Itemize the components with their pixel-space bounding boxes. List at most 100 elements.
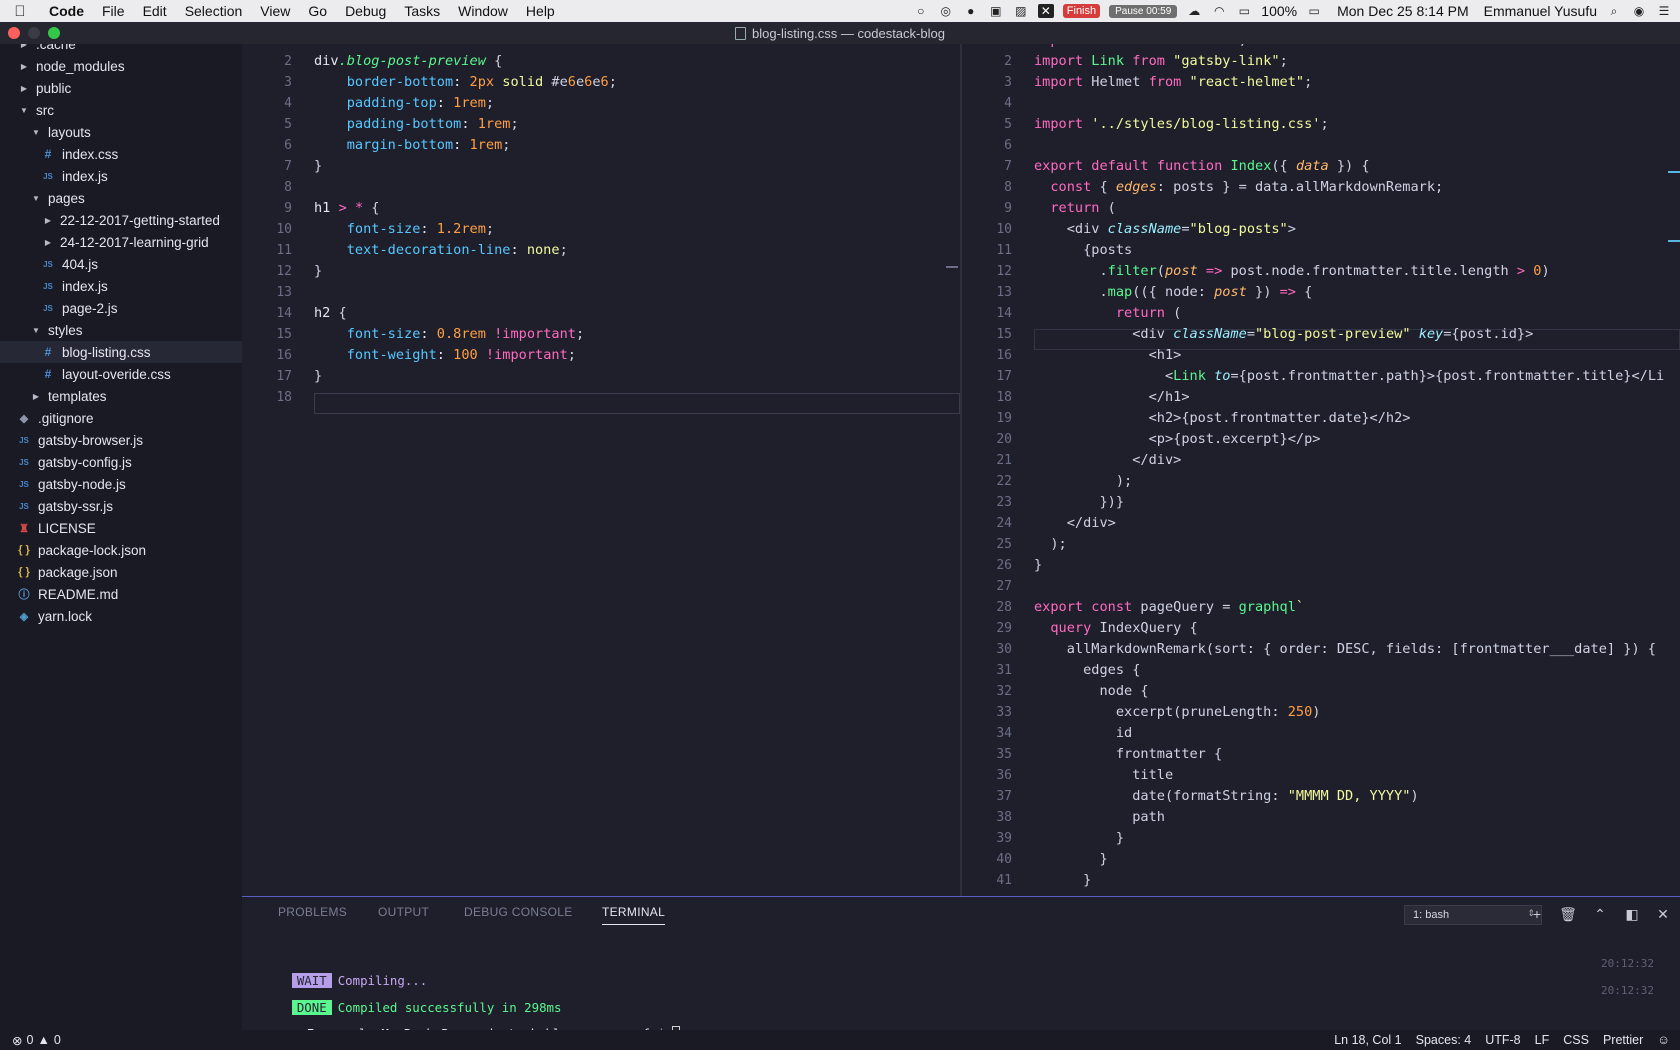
chevron-down-icon[interactable]: ▼ xyxy=(30,326,42,335)
siri-icon[interactable]: ◉ xyxy=(1631,4,1647,18)
close-panel-icon[interactable]: ✕ xyxy=(1654,905,1672,923)
code-line[interactable]: text-decoration-line: none; xyxy=(314,240,568,261)
terminal-prompt-line[interactable]: > Emmanuels-MacBook-Pro:codestack-blog e… xyxy=(262,1007,681,1041)
menu-tasks[interactable]: Tasks xyxy=(395,3,449,19)
code-line[interactable]: frontmatter { xyxy=(1034,744,1222,765)
code-line[interactable]: node { xyxy=(1034,681,1148,702)
tab-terminal[interactable]: TERMINAL xyxy=(602,905,666,925)
code-line[interactable]: h2 { xyxy=(314,303,347,324)
file-item[interactable]: JS gatsby-node.js xyxy=(0,473,242,495)
battery-icon[interactable]: ▭ xyxy=(1306,4,1322,18)
file-item[interactable]: ◈ yarn.lock xyxy=(0,605,242,627)
code-line[interactable]: date(formatString: "MMMM DD, YYYY") xyxy=(1034,786,1418,807)
clock[interactable]: Mon Dec 25 8:14 PM xyxy=(1337,3,1469,19)
code-line[interactable]: <div className="blog-post-preview" key={… xyxy=(1034,324,1533,345)
folder-item[interactable]: ▶ node_modules xyxy=(0,55,242,77)
cursor-position[interactable]: Ln 18, Col 1 xyxy=(1334,1033,1401,1047)
indentation[interactable]: Spaces: 4 xyxy=(1416,1033,1472,1047)
code-line[interactable]: margin-bottom: 1rem; xyxy=(314,135,511,156)
code-line[interactable]: title xyxy=(1034,765,1173,786)
file-item[interactable]: JS index.js xyxy=(0,165,242,187)
editor-group-left[interactable]: 123456789101112131415161718 div.blog-pos… xyxy=(242,44,962,896)
html5-icon[interactable]: ▣ xyxy=(988,4,1004,18)
toggle-layout-icon[interactable]: ◧ xyxy=(1623,905,1641,923)
airplay-icon[interactable]: ▭ xyxy=(1236,4,1252,18)
menu-code[interactable]: Code xyxy=(40,3,93,19)
code-line[interactable]: } xyxy=(1034,849,1107,870)
spotlight-search-icon[interactable]: ⌕ xyxy=(1606,4,1622,18)
code-line[interactable]: h1 > * { xyxy=(314,198,380,219)
encoding[interactable]: UTF-8 xyxy=(1485,1033,1520,1047)
code-line[interactable]: path xyxy=(1034,807,1165,828)
code-line[interactable]: ); xyxy=(1034,471,1132,492)
chevron-right-icon[interactable]: ▶ xyxy=(18,84,30,93)
code-line[interactable]: </div> xyxy=(1034,513,1116,534)
tab-debug-console[interactable]: DEBUG CONSOLE xyxy=(464,905,573,919)
file-item[interactable]: ◆ .gitignore xyxy=(0,407,242,429)
code-line[interactable]: } xyxy=(1034,828,1124,849)
file-item[interactable]: { } package.json xyxy=(0,561,242,583)
code-line[interactable]: <Link to={post.frontmatter.path}>{post.f… xyxy=(1034,366,1664,387)
code-line[interactable]: excerpt(pruneLength: 250) xyxy=(1034,702,1321,723)
code-line[interactable]: {posts xyxy=(1034,240,1132,261)
formatter[interactable]: Prettier xyxy=(1603,1033,1643,1047)
trash-icon[interactable]: 🗑 xyxy=(1559,905,1577,923)
code-line[interactable]: <div className="blog-posts"> xyxy=(1034,219,1296,240)
code-line[interactable]: ); xyxy=(1034,534,1066,555)
circle-icon[interactable]: ○ xyxy=(913,4,929,18)
terminal-select[interactable]: 1: bash ⇕ xyxy=(1404,905,1542,925)
chevron-right-icon[interactable]: ▶ xyxy=(18,62,30,71)
feedback-smiley-icon[interactable]: ☺ xyxy=(1657,1033,1670,1047)
code-line[interactable]: <h2>{post.frontmatter.date}</h2> xyxy=(1034,408,1411,429)
file-item[interactable]: ♜ LICENSE xyxy=(0,517,242,539)
chevron-right-icon[interactable]: ▶ xyxy=(42,216,54,225)
code-line[interactable]: </div> xyxy=(1034,450,1181,471)
code-line[interactable]: })} xyxy=(1034,492,1124,513)
code-line[interactable]: </h1> xyxy=(1034,387,1190,408)
code-line[interactable]: import '../styles/blog-listing.css'; xyxy=(1034,114,1329,135)
tab-problems[interactable]: PROBLEMS xyxy=(278,905,347,919)
code-line[interactable]: <p>{post.excerpt}</p> xyxy=(1034,429,1321,450)
folder-item[interactable]: ▶ .cache xyxy=(0,44,242,55)
code-line[interactable]: export default function Index({ data }) … xyxy=(1034,156,1370,177)
maximize-panel-icon[interactable]: ⌃ xyxy=(1591,905,1609,923)
wifi-icon[interactable]: ◠ xyxy=(1211,4,1227,18)
chevron-right-icon[interactable]: ▶ xyxy=(42,238,54,247)
file-item[interactable]: ⓘ README.md xyxy=(0,583,242,605)
finish-recording-button[interactable]: Finish xyxy=(1062,4,1101,18)
menu-help[interactable]: Help xyxy=(517,3,564,19)
code-line[interactable]: font-size: 0.8rem !important; xyxy=(314,324,584,345)
code-line[interactable]: import Link from "gatsby-link"; xyxy=(1034,51,1288,72)
menu-go[interactable]: Go xyxy=(299,3,336,19)
zoom-window-button[interactable] xyxy=(48,27,60,39)
chevron-right-icon[interactable]: ▶ xyxy=(18,44,30,49)
error-count[interactable]: 0 xyxy=(26,1033,33,1047)
code-line[interactable]: padding-top: 1rem; xyxy=(314,93,494,114)
code-line[interactable]: font-weight: 100 !important; xyxy=(314,345,576,366)
close-window-button[interactable] xyxy=(8,27,20,39)
file-item[interactable]: JS gatsby-browser.js xyxy=(0,429,242,451)
folder-item[interactable]: ▼ styles xyxy=(0,319,242,341)
code-line[interactable]: <h1> xyxy=(1034,345,1182,366)
folder-item[interactable]: ▶ 22-12-2017-getting-started xyxy=(0,209,242,231)
pause-recording-button[interactable]: Pause 00:59 xyxy=(1109,4,1178,18)
warning-count[interactable]: 0 xyxy=(54,1033,61,1047)
file-item[interactable]: JS index.js xyxy=(0,275,242,297)
file-item[interactable]: JS gatsby-config.js xyxy=(0,451,242,473)
chevron-right-icon[interactable]: ▶ xyxy=(30,392,42,401)
new-terminal-icon[interactable]: + xyxy=(1528,905,1546,923)
code-line[interactable]: return ( xyxy=(1034,198,1115,219)
code-line[interactable]: return ( xyxy=(1034,303,1181,324)
code-line[interactable]: .map(({ node: post }) => { xyxy=(1034,282,1312,303)
user-name[interactable]: Emmanuel Yusufu xyxy=(1484,3,1597,19)
minimize-window-button[interactable] xyxy=(28,27,40,39)
folder-item[interactable]: ▼ pages xyxy=(0,187,242,209)
file-item[interactable]: JS 404.js xyxy=(0,253,242,275)
code-line[interactable]: allMarkdownRemark(sort: { order: DESC, f… xyxy=(1034,639,1656,660)
cloud-icon[interactable]: ☁ xyxy=(1186,4,1202,18)
folder-item[interactable]: ▶ 24-12-2017-learning-grid xyxy=(0,231,242,253)
tab-output[interactable]: OUTPUT xyxy=(378,905,429,919)
camera-off-icon[interactable]: ▨ xyxy=(1013,4,1029,18)
code-line[interactable]: export const pageQuery = graphql` xyxy=(1034,597,1304,618)
chevron-down-icon[interactable]: ▼ xyxy=(30,194,42,203)
